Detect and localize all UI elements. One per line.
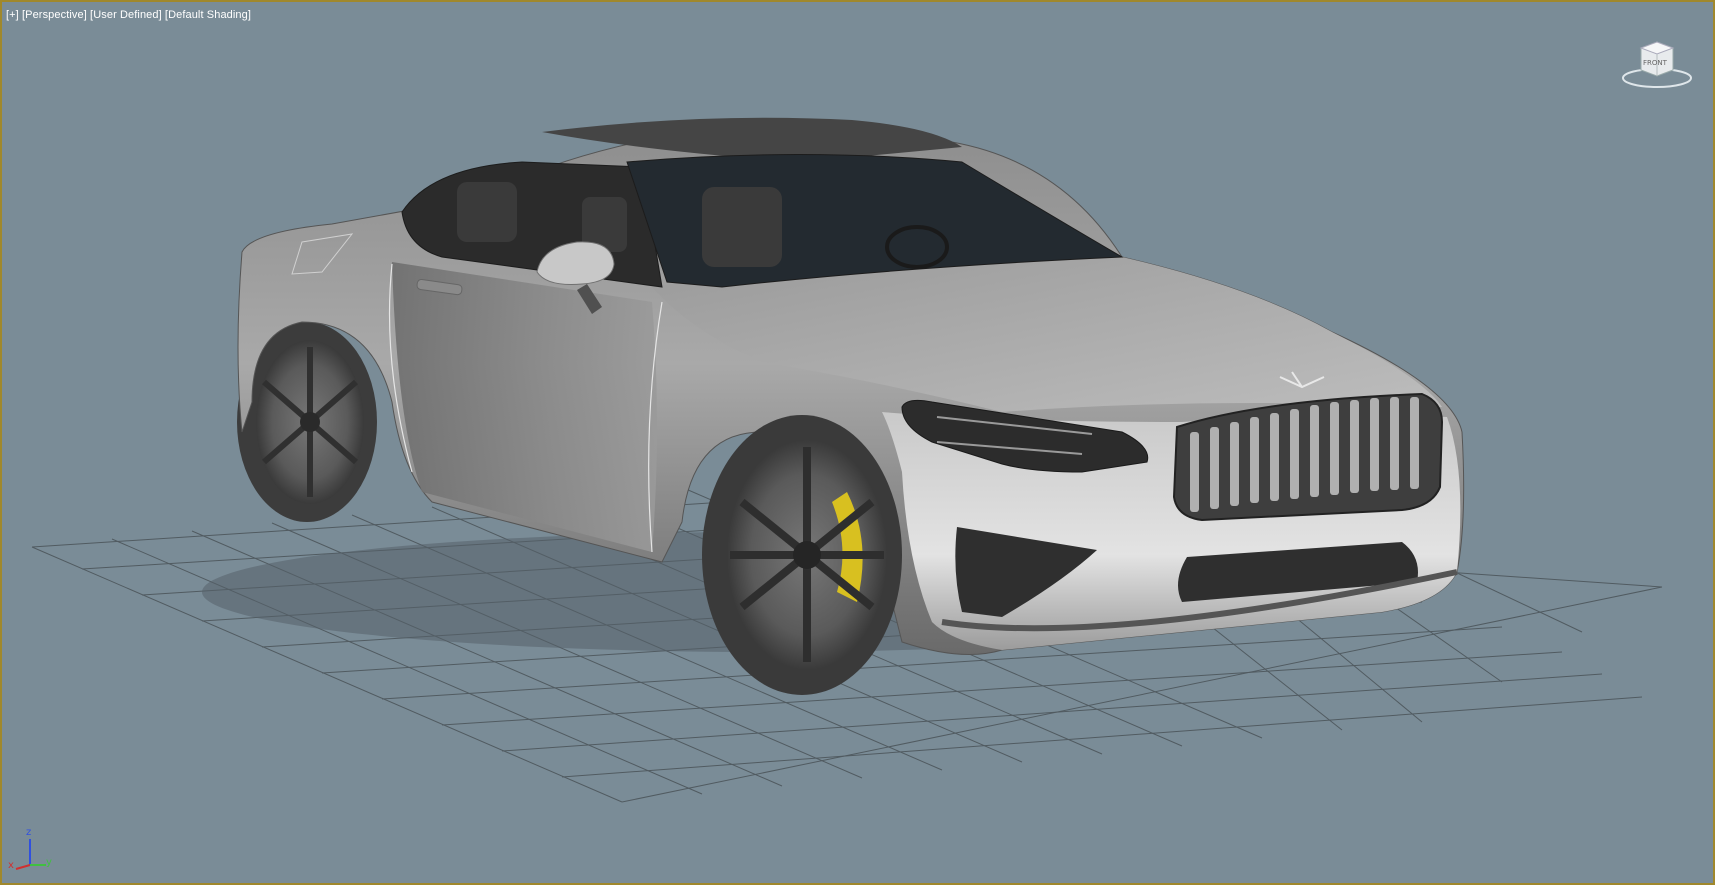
scene-canvas[interactable] [2, 2, 1713, 883]
axis-z-label: z [26, 827, 32, 838]
car-model[interactable] [202, 117, 1465, 695]
axis-x-label: x [8, 860, 14, 871]
viewcube-face-label: FRONT [1643, 59, 1668, 67]
axis-y-label: y [46, 857, 52, 868]
front-wheel [702, 415, 902, 695]
axis-tripod-icon [15, 839, 46, 870]
car-side-panel [392, 262, 657, 552]
axis-tripod: z x y [8, 827, 56, 877]
viewcube-icon[interactable]: FRONT [1619, 38, 1695, 90]
viewport-perspective[interactable]: [+] [Perspective] [User Defined] [Defaul… [0, 0, 1715, 885]
